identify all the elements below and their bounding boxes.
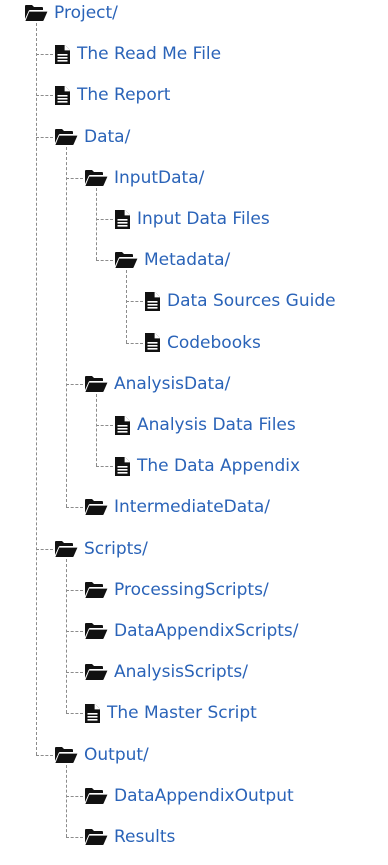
folder-open-icon [84,663,108,681]
folder-label: Scripts/ [84,538,148,559]
folder-processing-scripts[interactable]: ProcessingScripts/ [84,576,269,604]
file-label: The Data Appendix [137,456,301,477]
folder-open-icon [54,540,78,558]
tree-branch-line [66,383,83,385]
tree-branch-line [66,589,83,591]
tree-branch-line [66,177,83,179]
tree-guide-line [66,558,67,714]
file-text-icon [114,209,131,230]
folder-analysis-scripts[interactable]: AnalysisScripts/ [84,658,248,686]
file-the-report[interactable]: The Report [54,81,170,109]
tree-branch-line [36,136,53,138]
file-tree: Project/The Read Me File The Report Data/I… [0,0,388,865]
file-the-data-appendix[interactable]: The Data Appendix [114,452,300,480]
file-label: Data Sources Guide [167,291,336,312]
tree-guide-line [96,187,97,261]
folder-open-icon [84,828,108,846]
folder-data-appendix-output[interactable]: DataAppendixOutput [84,782,294,810]
file-text-icon [114,415,131,436]
folder-open-icon [84,581,108,599]
folder-label: AnalysisScripts/ [114,662,248,683]
file-text-icon [144,291,161,312]
folder-label: Output/ [84,744,149,765]
folder-analysis-data[interactable]: AnalysisData/ [84,370,230,398]
folder-label: InputData/ [114,167,205,188]
tree-branch-line [36,548,53,550]
folder-label: ProcessingScripts/ [114,579,269,600]
folder-scripts[interactable]: Scripts/ [54,535,148,563]
file-input-data-files[interactable]: Input Data Files [114,205,270,233]
file-text-icon [54,44,71,65]
file-text-icon [144,332,161,353]
folder-open-icon [114,251,138,269]
file-text-icon [84,703,101,724]
folder-open-icon [54,128,78,146]
tree-guide-line [66,764,67,837]
file-label: Input Data Files [137,209,270,229]
folder-results[interactable]: Results [84,823,175,851]
file-data-sources-guide[interactable]: Data Sources Guide [144,287,336,315]
tree-branch-line [96,466,113,468]
file-label: The Report [77,85,171,106]
file-label: The Master Script [107,703,257,724]
folder-input-data[interactable]: InputData/ [84,164,204,192]
folder-output[interactable]: Output/ [54,741,149,769]
folder-label: Data/ [84,126,131,147]
folder-data-appendix-scripts[interactable]: DataAppendixScripts/ [84,617,299,645]
tree-branch-line [36,754,53,756]
tree-branch-line [66,795,83,797]
folder-open-icon [84,169,108,187]
tree-branch-line [96,425,113,426]
folder-label: Results [114,827,176,847]
file-text-icon [114,456,131,477]
file-label: The Read Me File [77,44,222,65]
file-codebooks[interactable]: Codebooks [144,329,261,357]
file-label: Codebooks [167,332,261,353]
folder-intermediate-data[interactable]: IntermediateData/ [84,493,270,521]
folder-label: Metadata/ [144,250,231,271]
folder-label: Project/ [54,3,118,23]
folder-open-icon [24,4,48,22]
folder-open-icon [84,622,108,640]
folder-label: IntermediateData/ [114,497,270,518]
folder-project[interactable]: Project/ [24,0,118,27]
tree-guide-line [36,23,37,755]
tree-branch-line [126,342,143,344]
folder-label: AnalysisData/ [114,373,231,394]
file-the-read-me-file[interactable]: The Read Me File [54,40,221,68]
tree-branch-line [96,260,113,262]
tree-branch-line [66,672,83,674]
tree-guide-line [66,146,67,508]
file-analysis-data-files[interactable]: Analysis Data Files [114,411,296,439]
file-label: Analysis Data Files [137,415,296,435]
tree-branch-line [66,631,83,632]
tree-branch-line [36,54,53,56]
tree-branch-line [66,507,83,509]
tree-guide-line [96,393,97,467]
folder-label: DataAppendixScripts/ [114,621,299,641]
tree-branch-line [66,713,83,715]
tree-guide-line [126,270,127,343]
file-the-master-script[interactable]: The Master Script [84,699,257,727]
folder-open-icon [84,375,108,393]
tree-branch-line [36,95,53,97]
folder-metadata[interactable]: Metadata/ [114,246,230,274]
tree-branch-line [126,301,143,303]
tree-branch-line [96,219,113,220]
folder-open-icon [84,498,108,516]
file-text-icon [54,85,71,106]
folder-open-icon [54,746,78,764]
tree-branch-line [66,837,83,838]
folder-label: DataAppendixOutput [114,785,294,806]
folder-open-icon [84,787,108,805]
